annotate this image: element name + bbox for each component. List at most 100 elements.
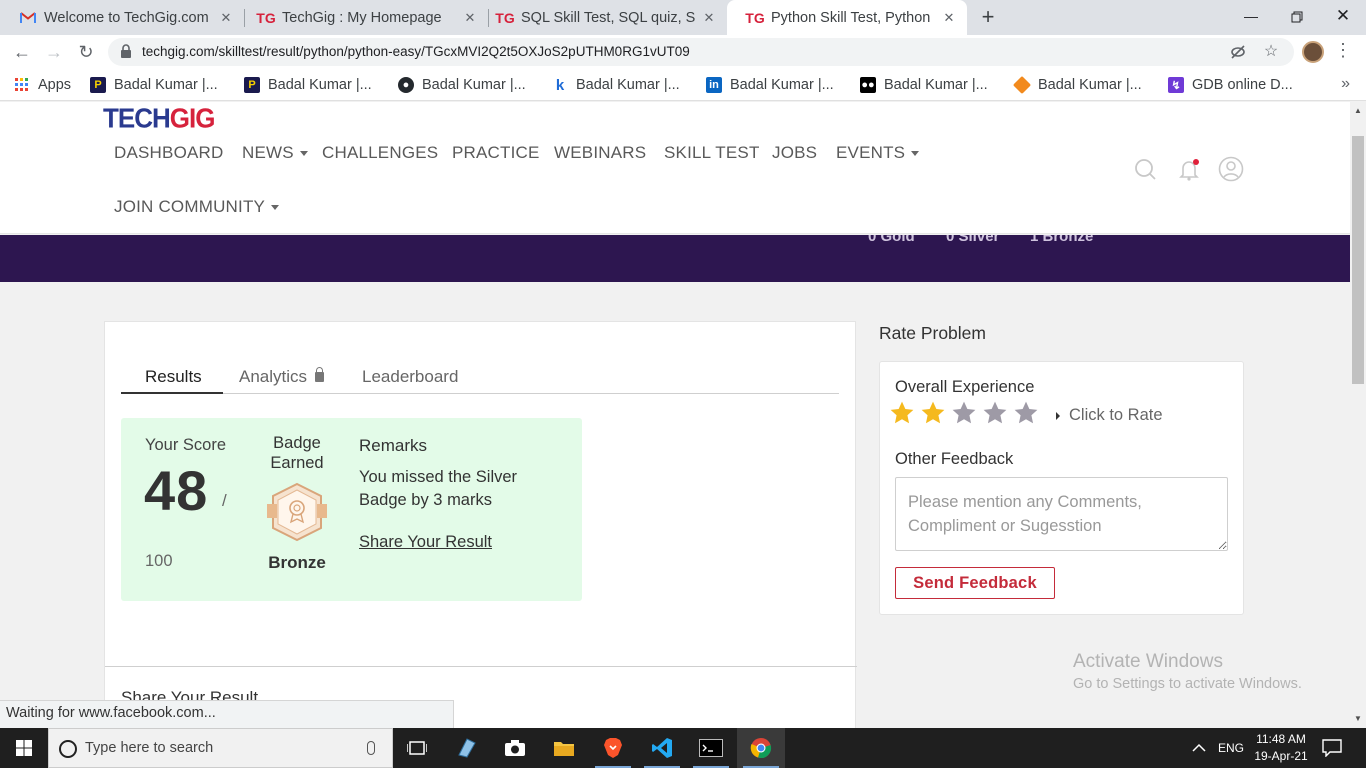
nav-news[interactable]: NEWS [242, 143, 308, 163]
lock-icon [315, 367, 325, 382]
logo-text-gig: GIG [169, 102, 216, 134]
terminal-icon[interactable] [687, 728, 735, 768]
click-to-rate[interactable]: Click to Rate [1056, 406, 1163, 425]
other-feedback-label: Other Feedback [895, 450, 1014, 468]
gdb-icon: ↯ [1168, 77, 1184, 93]
nav-webinars[interactable]: WEBINARS [554, 143, 646, 163]
bookmark-item[interactable]: in Badal Kumar |... [706, 75, 834, 95]
search-icon[interactable] [1132, 156, 1158, 182]
send-feedback-button[interactable]: Send Feedback [895, 567, 1055, 599]
camera-app-icon[interactable] [491, 728, 539, 768]
tracking-blocked-icon[interactable] [1228, 42, 1248, 62]
file-explorer-icon[interactable] [540, 728, 588, 768]
click-to-rate-label: Click to Rate [1069, 406, 1163, 424]
nav-join-community[interactable]: JOIN COMMUNITY [114, 197, 280, 217]
reload-icon[interactable]: ↻ [74, 40, 98, 64]
bookmark-item[interactable]: ●● Badal Kumar |... [860, 75, 988, 95]
address-bar[interactable]: techgig.com/skilltest/result/python/pyth… [108, 38, 1294, 66]
clock-date: 19-Apr-21 [1254, 749, 1308, 763]
close-tab-icon[interactable]: ✕ [941, 10, 957, 26]
browser-tab-sql[interactable]: TG SQL Skill Test, SQL quiz, S ✕ [477, 0, 727, 35]
tab-strip: Welcome to TechGig.com ✕ TG TechGig : My… [0, 0, 1366, 35]
browser-toolbar: ← → ↻ techgig.com/skilltest/result/pytho… [0, 35, 1366, 69]
close-tab-icon[interactable]: ✕ [218, 10, 234, 26]
notification-bell-icon[interactable] [1176, 156, 1202, 182]
watermark-subtitle: Go to Settings to activate Windows. [1073, 676, 1302, 692]
caret-right-icon [1056, 411, 1060, 420]
tab-results[interactable]: Results [145, 367, 202, 387]
close-tab-icon[interactable]: ✕ [462, 10, 478, 26]
bookmark-item[interactable]: Badal Kumar |... [1012, 75, 1142, 95]
star-empty-icon[interactable] [1013, 400, 1039, 426]
action-center-icon[interactable] [1322, 728, 1342, 768]
page-scrollbar[interactable]: ▲ ▼ [1350, 102, 1366, 728]
close-tab-icon[interactable]: ✕ [701, 10, 717, 26]
star-filled-icon[interactable] [889, 400, 915, 426]
windows-taskbar: Type here to search ENG 11:48 AM 19-Apr-… [0, 728, 1366, 768]
rate-card: Overall Experience Click to Rate Other F… [879, 361, 1244, 615]
restore-icon[interactable] [1274, 0, 1320, 35]
status-bubble: Waiting for www.facebook.com... [0, 700, 454, 728]
bookmark-label: Badal Kumar |... [730, 77, 834, 93]
bookmark-label: Apps [38, 77, 72, 93]
tray-expand-icon[interactable] [1192, 728, 1206, 768]
nav-practice[interactable]: PRACTICE [452, 143, 540, 163]
star-empty-icon[interactable] [982, 400, 1008, 426]
new-tab-icon[interactable]: + [976, 5, 1000, 29]
close-window-icon[interactable]: ✕ [1320, 0, 1366, 35]
scroll-down-icon[interactable]: ▼ [1350, 714, 1366, 723]
watermark-title: Activate Windows [1073, 651, 1223, 672]
nav-dashboard[interactable]: DASHBOARD [114, 143, 224, 163]
browser-tab-gmail[interactable]: Welcome to TechGig.com ✕ [0, 0, 244, 35]
nav-skill-test[interactable]: SKILL TEST [664, 143, 760, 163]
browser-tab-homepage[interactable]: TG TechGig : My Homepage ✕ [238, 0, 488, 35]
brave-browser-icon[interactable] [589, 728, 637, 768]
user-profile-icon[interactable] [1218, 156, 1244, 182]
bookmark-apps[interactable]: Apps [14, 75, 71, 95]
microphone-icon[interactable] [367, 741, 375, 755]
forward-icon[interactable]: → [42, 40, 66, 64]
cortana-icon [59, 740, 77, 758]
nav-jobs[interactable]: JOBS [772, 143, 817, 163]
tab-analytics[interactable]: Analytics [239, 367, 325, 387]
tab-leaderboard[interactable]: Leaderboard [362, 367, 458, 387]
scrollbar-thumb[interactable] [1352, 136, 1364, 384]
back-icon[interactable]: ← [10, 40, 34, 64]
techgig-logo[interactable]: TECHGIG [103, 102, 216, 135]
bookmark-star-icon[interactable]: ☆ [1261, 42, 1281, 62]
tab-title: Python Skill Test, Python [771, 9, 931, 26]
task-view-icon[interactable] [393, 728, 441, 768]
chrome-icon[interactable] [737, 728, 785, 768]
active-tab-indicator [121, 392, 223, 394]
minimize-icon[interactable]: — [1228, 0, 1274, 35]
lock-icon [121, 44, 131, 58]
system-clock[interactable]: 11:48 AM 19-Apr-21 [1252, 731, 1310, 765]
browser-menu-icon[interactable]: ⋮ [1334, 40, 1352, 61]
nav-events[interactable]: EVENTS [836, 143, 920, 163]
taskbar-search-box[interactable]: Type here to search [48, 728, 393, 768]
bookmark-item[interactable]: P Badal Kumar |... [90, 75, 218, 95]
bookmark-item[interactable]: k Badal Kumar |... [552, 75, 680, 95]
p-logo-icon: P [90, 77, 106, 93]
star-empty-icon[interactable] [951, 400, 977, 426]
silver-count: 0 Silver [946, 235, 1000, 245]
search-placeholder: Type here to search [85, 740, 214, 756]
more-bookmarks-icon[interactable]: » [1341, 75, 1350, 93]
language-indicator[interactable]: ENG [1218, 728, 1244, 768]
remarks-title: Remarks [359, 436, 428, 455]
share-result-link[interactable]: Share Your Result [359, 533, 492, 552]
url-text: techgig.com/skilltest/result/python/pyth… [142, 44, 690, 59]
bookmark-item[interactable]: ● Badal Kumar |... [398, 75, 526, 95]
start-button[interactable] [0, 728, 48, 768]
star-filled-icon[interactable] [920, 400, 946, 426]
bookmark-item[interactable]: ↯ GDB online D... [1168, 75, 1293, 95]
bookmark-item[interactable]: P Badal Kumar |... [244, 75, 372, 95]
feedback-textarea[interactable] [895, 477, 1228, 551]
notes-app-icon[interactable] [442, 728, 490, 768]
vscode-icon[interactable] [638, 728, 686, 768]
profile-avatar[interactable] [1302, 41, 1324, 63]
nav-challenges[interactable]: CHALLENGES [322, 143, 438, 163]
remarks-text: You missed the Silver Badge by 3 marks [359, 468, 518, 509]
scroll-up-icon[interactable]: ▲ [1350, 106, 1366, 115]
browser-tab-python[interactable]: TG Python Skill Test, Python ✕ [727, 0, 967, 35]
